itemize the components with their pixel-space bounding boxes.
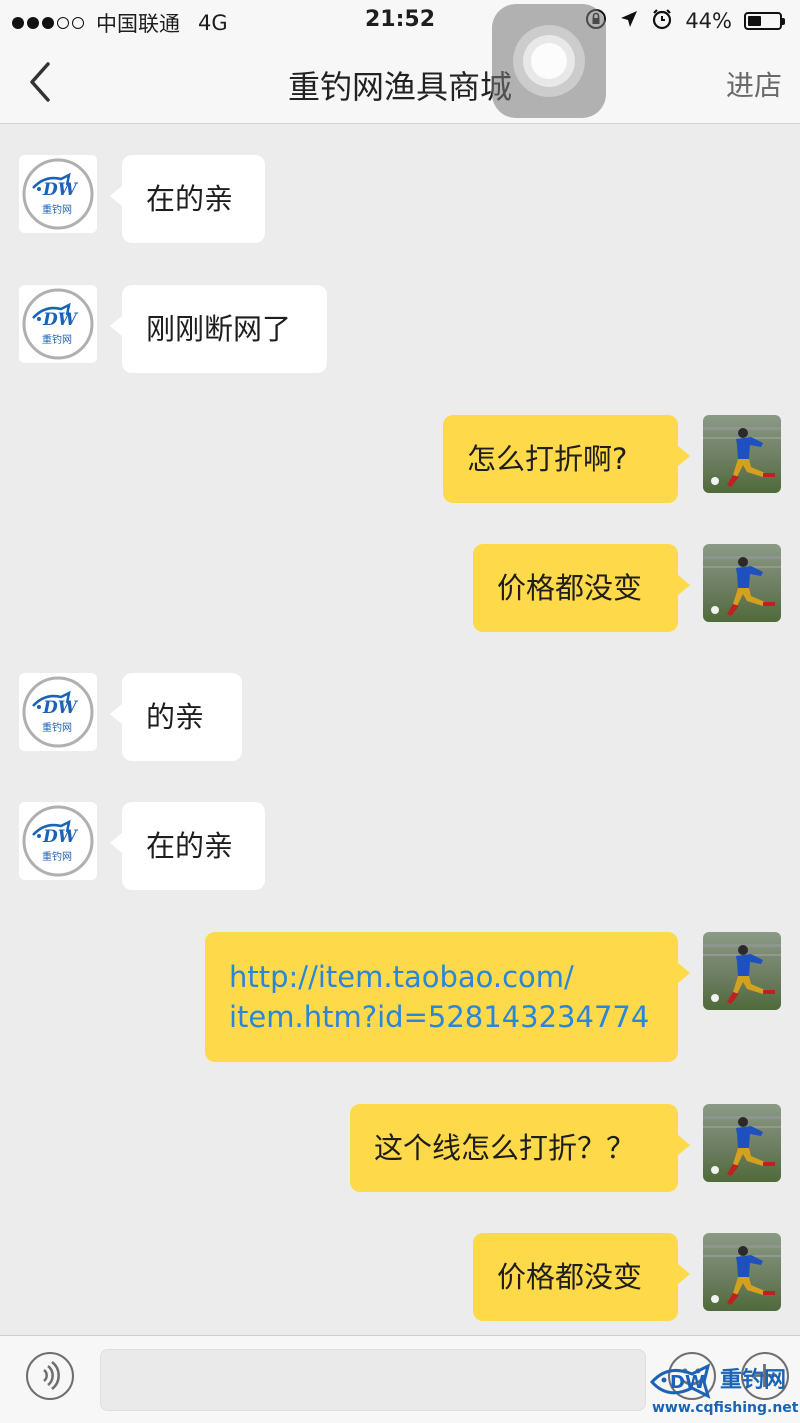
user-avatar[interactable] xyxy=(703,1104,781,1182)
message-text: 这个线怎么打折？？ xyxy=(374,1131,636,1165)
svg-text:DW: DW xyxy=(42,698,79,718)
svg-text:重钓网: 重钓网 xyxy=(42,721,72,734)
shop-avatar[interactable]: DW 重钓网 xyxy=(19,673,97,751)
page-title: 重钓网渔具商城 xyxy=(287,68,512,106)
svg-text:重钓网: 重钓网 xyxy=(42,850,72,863)
shop-avatar[interactable]: DW 重钓网 xyxy=(19,802,97,880)
message-bubble: 怎么打折啊? xyxy=(443,415,690,503)
chat-message-list[interactable]: DW 重钓网 在的亲 DW 重钓网 刚刚断网了 怎么打折啊? 价格都没变 DW 重钓网 的亲 DW 重钓… xyxy=(0,125,800,1335)
message-text: 价格都没变 xyxy=(497,1260,643,1294)
battery-percent: 44% xyxy=(685,9,732,33)
outgoing-message: 这个线怎么打折？？ xyxy=(0,1104,800,1192)
alarm-icon xyxy=(651,8,673,34)
message-text: 在的亲 xyxy=(146,182,234,216)
svg-text:重钓网: 重钓网 xyxy=(42,203,72,216)
user-avatar[interactable] xyxy=(703,1233,781,1311)
message-bubble: 价格都没变 xyxy=(473,544,690,632)
enter-shop-button[interactable]: 进店 xyxy=(726,64,782,104)
navigation-bar: 重钓网渔具商城 进店 xyxy=(0,42,800,124)
shop-avatar[interactable]: DW 重钓网 xyxy=(19,155,97,233)
message-link-bubble[interactable]: http://item.taobao.com/item.htm?id=52814… xyxy=(205,932,690,1062)
incoming-message: DW 重钓网 刚刚断网了 xyxy=(0,285,800,373)
status-right: 44% xyxy=(585,8,785,34)
watermark-url: www.cqfishing.net xyxy=(652,1400,799,1416)
message-text: 在的亲 xyxy=(146,829,234,863)
outgoing-message: 怎么打折啊? xyxy=(0,415,800,503)
user-avatar[interactable] xyxy=(703,415,781,493)
incoming-message: DW 重钓网 的亲 xyxy=(0,673,800,761)
message-bubble: 价格都没变 xyxy=(473,1233,690,1321)
shop-avatar[interactable]: DW 重钓网 xyxy=(19,285,97,363)
watermark-text: 重钓网 xyxy=(720,1368,787,1393)
svg-text:重钓网: 重钓网 xyxy=(42,333,72,346)
fish-logo-icon: DW xyxy=(649,1363,711,1399)
svg-text:DW: DW xyxy=(670,1372,705,1393)
assistive-touch-button[interactable] xyxy=(492,4,606,118)
outgoing-message: 价格都没变 xyxy=(0,1233,800,1321)
battery-icon xyxy=(744,12,785,30)
user-avatar[interactable] xyxy=(703,932,781,1010)
message-text: 刚刚断网了 xyxy=(146,312,292,346)
message-text: 怎么打折啊? xyxy=(467,442,628,476)
message-input[interactable] xyxy=(100,1349,646,1411)
svg-text:DW: DW xyxy=(42,310,79,330)
location-arrow-icon xyxy=(619,9,639,33)
outgoing-message: 价格都没变 xyxy=(0,544,800,632)
link-text-line[interactable]: http://item.taobao.com/ xyxy=(229,957,649,997)
incoming-message: DW 重钓网 在的亲 xyxy=(0,155,800,243)
outgoing-message: http://item.taobao.com/item.htm?id=52814… xyxy=(0,932,800,1062)
message-bubble: 在的亲 xyxy=(110,802,265,890)
message-bubble: 在的亲 xyxy=(110,155,265,243)
message-bubble: 的亲 xyxy=(110,673,242,761)
message-bubble: 这个线怎么打折？？ xyxy=(350,1104,690,1192)
svg-text:DW: DW xyxy=(42,827,79,847)
incoming-message: DW 重钓网 在的亲 xyxy=(0,802,800,890)
message-text: 价格都没变 xyxy=(497,571,643,605)
link-text-line[interactable]: item.htm?id=528143234774 xyxy=(229,997,649,1037)
svg-text:DW: DW xyxy=(42,180,79,200)
user-avatar[interactable] xyxy=(703,544,781,622)
message-text: 的亲 xyxy=(146,700,205,734)
voice-icon xyxy=(43,1361,60,1390)
battery-fill xyxy=(748,16,762,26)
voice-button[interactable] xyxy=(26,1352,74,1400)
watermark: DW 重钓网 www.cqfishing.net xyxy=(648,1360,800,1423)
message-bubble: 刚刚断网了 xyxy=(110,285,327,373)
status-bar: 中国联通 4G 21:52 44% xyxy=(0,0,800,42)
